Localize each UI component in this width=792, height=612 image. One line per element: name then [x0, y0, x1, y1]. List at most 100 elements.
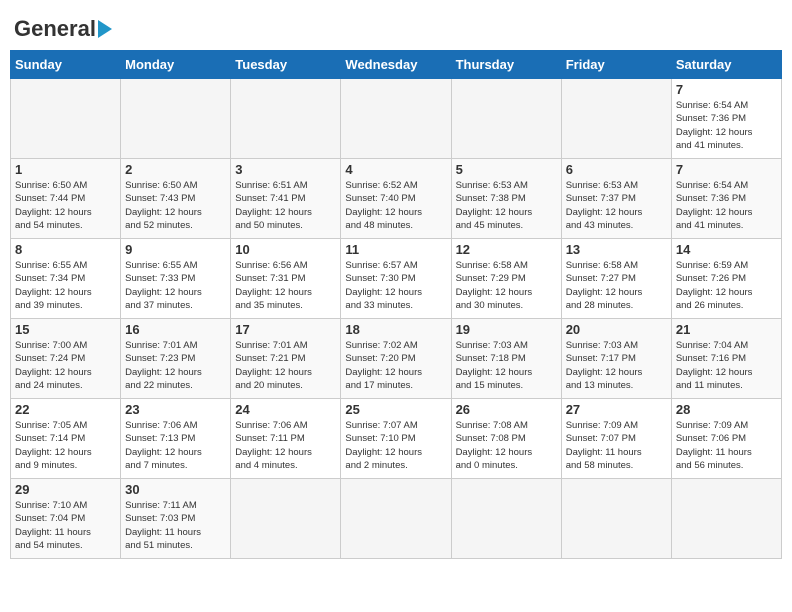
day-number: 12: [456, 242, 557, 257]
day-info: Sunrise: 7:08 AM Sunset: 7:08 PM Dayligh…: [456, 419, 557, 472]
calendar-day: 30Sunrise: 7:11 AM Sunset: 7:03 PM Dayli…: [121, 479, 231, 559]
day-info: Sunrise: 7:06 AM Sunset: 7:11 PM Dayligh…: [235, 419, 336, 472]
day-number: 25: [345, 402, 446, 417]
calendar-day: 19 Sunrise: 7:03 AM Sunset: 7:18 PM Dayli…: [451, 319, 561, 399]
calendar-day: [231, 479, 341, 559]
calendar-day: 14Sunrise: 6:59 AM Sunset: 7:26 PM Dayli…: [671, 239, 781, 319]
day-number: 13: [566, 242, 667, 257]
day-info: Sunrise: 7:01 AM Sunset: 7:21 PM Dayligh…: [235, 339, 336, 392]
calendar-day: 10 Sunrise: 6:56 AM Sunset: 7:31 PM Dayli…: [231, 239, 341, 319]
day-header-tuesday: Tuesday: [231, 51, 341, 79]
calendar-day: 4Sunrise: 6:52 AM Sunset: 7:40 PM Daylig…: [341, 159, 451, 239]
calendar-day: [341, 79, 451, 159]
day-info: Sunrise: 7:11 AM Sunset: 7:03 PM Dayligh…: [125, 499, 226, 552]
calendar-week-4: 22 Sunrise: 7:05 AM Sunset: 7:14 PM Dayli…: [11, 399, 782, 479]
calendar-day: [561, 79, 671, 159]
day-info: Sunrise: 7:01 AM Sunset: 7:23 PM Dayligh…: [125, 339, 226, 392]
day-header-saturday: Saturday: [671, 51, 781, 79]
calendar-day: [451, 79, 561, 159]
day-info: Sunrise: 6:55 AM Sunset: 7:33 PM Dayligh…: [125, 259, 226, 312]
day-info: Sunrise: 6:50 AM Sunset: 7:43 PM Dayligh…: [125, 179, 226, 232]
calendar-day: [121, 79, 231, 159]
header: General: [10, 10, 782, 44]
calendar-day: 7Sunrise: 6:54 AM Sunset: 7:36 PM Daylig…: [671, 159, 781, 239]
calendar-day: 5Sunrise: 6:53 AM Sunset: 7:38 PM Daylig…: [451, 159, 561, 239]
calendar-day: 6Sunrise: 6:53 AM Sunset: 7:37 PM Daylig…: [561, 159, 671, 239]
day-number: 22: [15, 402, 116, 417]
day-info: Sunrise: 6:55 AM Sunset: 7:34 PM Dayligh…: [15, 259, 116, 312]
calendar-day: 21 Sunrise: 7:04 AM Sunset: 7:16 PM Dayli…: [671, 319, 781, 399]
day-info: Sunrise: 7:03 AM Sunset: 7:17 PM Dayligh…: [566, 339, 667, 392]
logo: General: [14, 16, 112, 38]
day-number: 2: [125, 162, 226, 177]
day-header-thursday: Thursday: [451, 51, 561, 79]
day-info: Sunrise: 7:07 AM Sunset: 7:10 PM Dayligh…: [345, 419, 446, 472]
day-number: 7: [676, 82, 777, 97]
day-info: Sunrise: 6:57 AM Sunset: 7:30 PM Dayligh…: [345, 259, 446, 312]
day-info: Sunrise: 6:54 AM Sunset: 7:36 PM Dayligh…: [676, 99, 777, 152]
day-number: 11: [345, 242, 446, 257]
calendar-day: [451, 479, 561, 559]
calendar-day: 23 Sunrise: 7:06 AM Sunset: 7:13 PM Dayli…: [121, 399, 231, 479]
day-number: 7: [676, 162, 777, 177]
day-info: Sunrise: 6:58 AM Sunset: 7:29 PM Dayligh…: [456, 259, 557, 312]
calendar-day: 8 Sunrise: 6:55 AM Sunset: 7:34 PM Daylig…: [11, 239, 121, 319]
calendar-day: 24 Sunrise: 7:06 AM Sunset: 7:11 PM Dayli…: [231, 399, 341, 479]
day-info: Sunrise: 6:59 AM Sunset: 7:26 PM Dayligh…: [676, 259, 777, 312]
day-info: Sunrise: 7:05 AM Sunset: 7:14 PM Dayligh…: [15, 419, 116, 472]
day-number: 1: [15, 162, 116, 177]
day-number: 18: [345, 322, 446, 337]
calendar-day: 25 Sunrise: 7:07 AM Sunset: 7:10 PM Dayli…: [341, 399, 451, 479]
day-number: 15: [15, 322, 116, 337]
calendar-week-2: 8 Sunrise: 6:55 AM Sunset: 7:34 PM Daylig…: [11, 239, 782, 319]
day-number: 20: [566, 322, 667, 337]
logo-general: General: [14, 16, 96, 42]
calendar-day: [341, 479, 451, 559]
day-info: Sunrise: 6:50 AM Sunset: 7:44 PM Dayligh…: [15, 179, 116, 232]
calendar-table: SundayMondayTuesdayWednesdayThursdayFrid…: [10, 50, 782, 559]
day-number: 17: [235, 322, 336, 337]
calendar-day: 11 Sunrise: 6:57 AM Sunset: 7:30 PM Dayli…: [341, 239, 451, 319]
day-info: Sunrise: 6:53 AM Sunset: 7:38 PM Dayligh…: [456, 179, 557, 232]
day-info: Sunrise: 7:09 AM Sunset: 7:06 PM Dayligh…: [676, 419, 777, 472]
day-number: 27: [566, 402, 667, 417]
day-number: 8: [15, 242, 116, 257]
day-header-friday: Friday: [561, 51, 671, 79]
calendar-day: 2 Sunrise: 6:50 AM Sunset: 7:43 PM Daylig…: [121, 159, 231, 239]
calendar-day: 16 Sunrise: 7:01 AM Sunset: 7:23 PM Dayli…: [121, 319, 231, 399]
calendar-day: [11, 79, 121, 159]
day-number: 16: [125, 322, 226, 337]
day-header-sunday: Sunday: [11, 51, 121, 79]
calendar-day: 15 Sunrise: 7:00 AM Sunset: 7:24 PM Dayli…: [11, 319, 121, 399]
calendar-day: 7 Sunrise: 6:54 AM Sunset: 7:36 PM Daylig…: [671, 79, 781, 159]
day-number: 4: [345, 162, 446, 177]
calendar-day: 13 Sunrise: 6:58 AM Sunset: 7:27 PM Dayli…: [561, 239, 671, 319]
day-number: 23: [125, 402, 226, 417]
day-info: Sunrise: 6:56 AM Sunset: 7:31 PM Dayligh…: [235, 259, 336, 312]
calendar-body: 7 Sunrise: 6:54 AM Sunset: 7:36 PM Daylig…: [11, 79, 782, 559]
calendar-day: 18Sunrise: 7:02 AM Sunset: 7:20 PM Dayli…: [341, 319, 451, 399]
day-info: Sunrise: 7:00 AM Sunset: 7:24 PM Dayligh…: [15, 339, 116, 392]
day-header-monday: Monday: [121, 51, 231, 79]
calendar-day: [561, 479, 671, 559]
day-info: Sunrise: 7:06 AM Sunset: 7:13 PM Dayligh…: [125, 419, 226, 472]
day-number: 24: [235, 402, 336, 417]
calendar-day: 17 Sunrise: 7:01 AM Sunset: 7:21 PM Dayli…: [231, 319, 341, 399]
day-info: Sunrise: 6:58 AM Sunset: 7:27 PM Dayligh…: [566, 259, 667, 312]
calendar-week-3: 15 Sunrise: 7:00 AM Sunset: 7:24 PM Dayli…: [11, 319, 782, 399]
day-number: 19: [456, 322, 557, 337]
calendar-day: 9Sunrise: 6:55 AM Sunset: 7:33 PM Daylig…: [121, 239, 231, 319]
day-info: Sunrise: 7:03 AM Sunset: 7:18 PM Dayligh…: [456, 339, 557, 392]
day-info: Sunrise: 7:09 AM Sunset: 7:07 PM Dayligh…: [566, 419, 667, 472]
calendar-week-5: 29Sunrise: 7:10 AM Sunset: 7:04 PM Dayli…: [11, 479, 782, 559]
logo-arrow-icon: [98, 20, 112, 38]
day-info: Sunrise: 6:51 AM Sunset: 7:41 PM Dayligh…: [235, 179, 336, 232]
day-number: 6: [566, 162, 667, 177]
calendar-day: 12 Sunrise: 6:58 AM Sunset: 7:29 PM Dayli…: [451, 239, 561, 319]
day-number: 21: [676, 322, 777, 337]
calendar-week-1: 1 Sunrise: 6:50 AM Sunset: 7:44 PM Daylig…: [11, 159, 782, 239]
day-number: 26: [456, 402, 557, 417]
day-info: Sunrise: 7:04 AM Sunset: 7:16 PM Dayligh…: [676, 339, 777, 392]
day-number: 10: [235, 242, 336, 257]
day-number: 29: [15, 482, 116, 497]
